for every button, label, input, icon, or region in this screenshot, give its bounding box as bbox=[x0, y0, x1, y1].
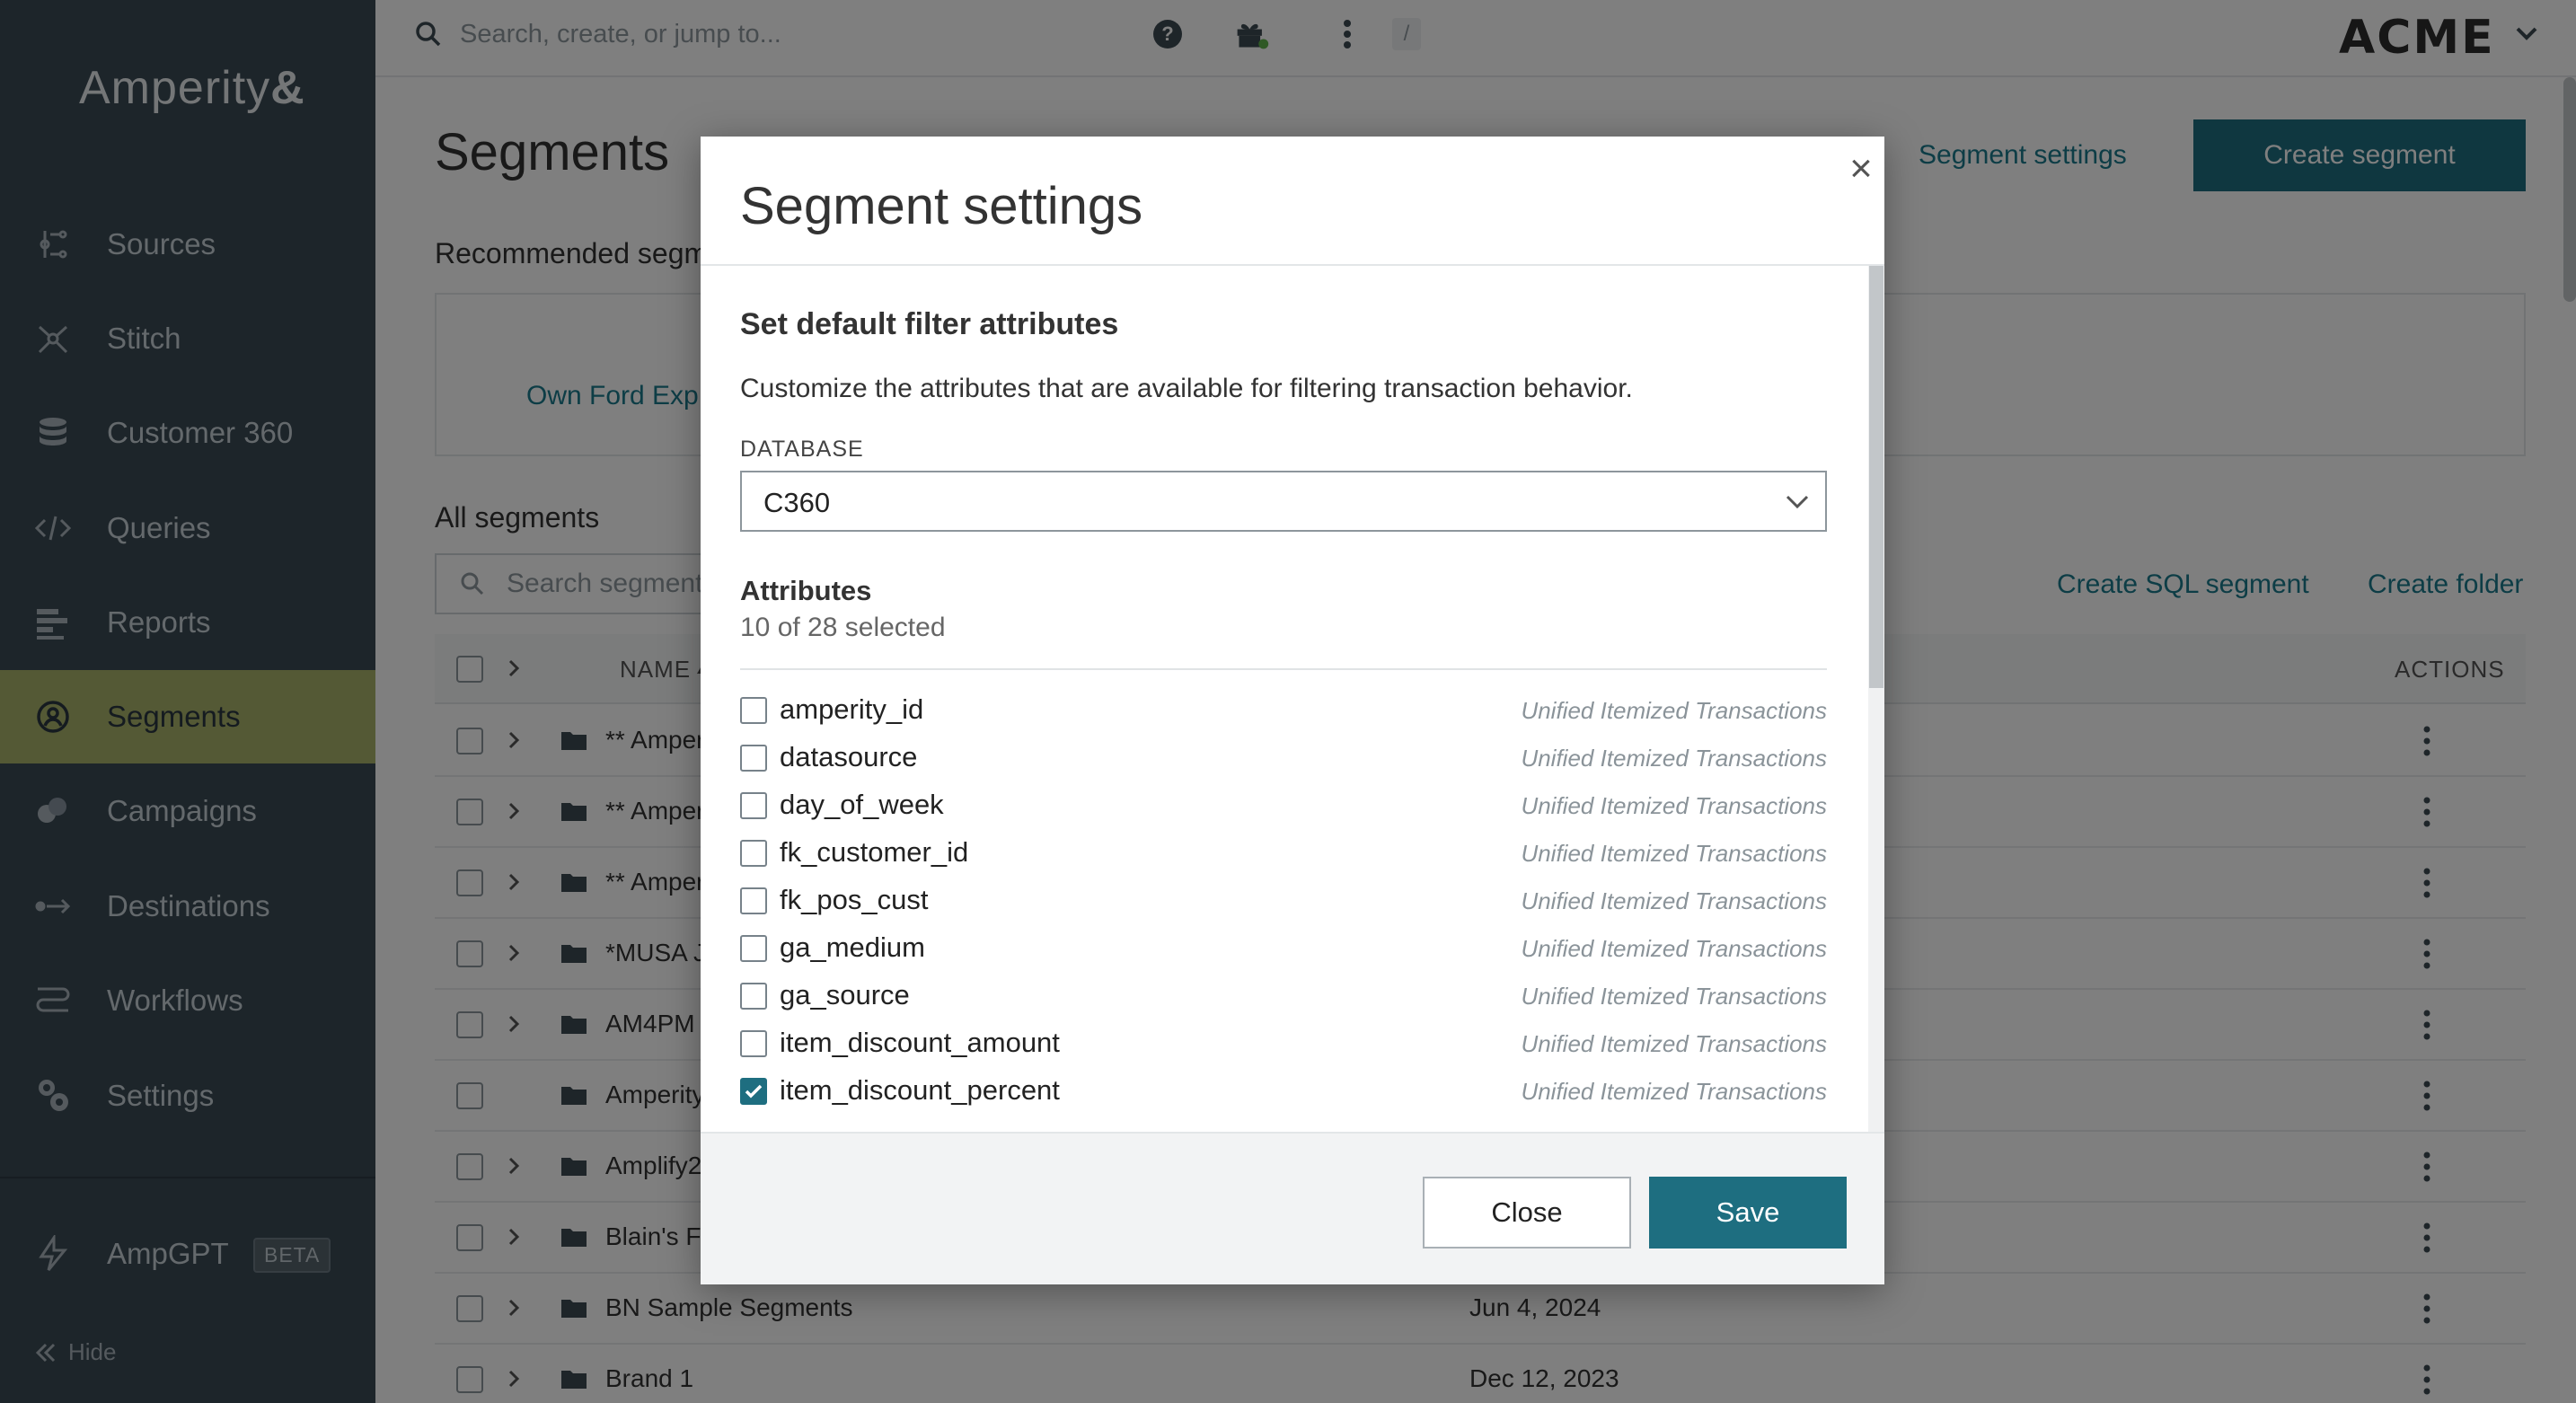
attribute-source: Unified Itemized Transactions bbox=[1521, 983, 1827, 1010]
dialog-body: Set default filter attributes Customize … bbox=[701, 266, 1884, 1132]
attribute-checkbox[interactable] bbox=[740, 745, 767, 772]
attribute-source: Unified Itemized Transactions bbox=[1521, 840, 1827, 867]
attribute-source: Unified Itemized Transactions bbox=[1521, 1078, 1827, 1105]
section-title: Set default filter attributes bbox=[740, 307, 1119, 341]
attribute-row[interactable]: datasource Unified Itemized Transactions bbox=[740, 734, 1827, 781]
attribute-name: fk_pos_cust bbox=[780, 884, 929, 915]
attribute-row[interactable]: amperity_id Unified Itemized Transactions bbox=[740, 686, 1827, 734]
attribute-checkbox[interactable] bbox=[740, 935, 767, 962]
attribute-name: ga_medium bbox=[780, 931, 925, 963]
attribute-row[interactable]: fk_customer_id Unified Itemized Transacti… bbox=[740, 829, 1827, 877]
checkmark-icon bbox=[745, 1084, 763, 1099]
attributes-count: 10 of 28 selected bbox=[740, 613, 946, 642]
attribute-source: Unified Itemized Transactions bbox=[1521, 935, 1827, 962]
attribute-name: ga_source bbox=[780, 979, 910, 1010]
attribute-checkbox[interactable] bbox=[740, 983, 767, 1010]
chevron-down-icon bbox=[1786, 495, 1809, 509]
attribute-row[interactable]: item_discount_amount Unified Itemized Tra… bbox=[740, 1019, 1827, 1067]
attributes-divider bbox=[740, 668, 1827, 670]
dialog-title: Segment settings bbox=[740, 177, 1143, 235]
close-icon[interactable]: × bbox=[1841, 149, 1881, 189]
section-description: Customize the attributes that are availa… bbox=[740, 374, 1633, 403]
attribute-checkbox[interactable] bbox=[740, 887, 767, 914]
attribute-checkbox[interactable] bbox=[740, 1078, 767, 1105]
attribute-name: fk_customer_id bbox=[780, 836, 969, 868]
attribute-name: day_of_week bbox=[780, 789, 944, 820]
database-select[interactable]: C360 bbox=[740, 471, 1827, 532]
attribute-name: item_discount_amount bbox=[780, 1027, 1060, 1058]
attribute-checkbox[interactable] bbox=[740, 1030, 767, 1057]
database-value: C360 bbox=[763, 487, 831, 518]
attribute-row[interactable]: fk_pos_cust Unified Itemized Transactions bbox=[740, 877, 1827, 924]
attribute-name: item_discount_percent bbox=[780, 1074, 1060, 1106]
segment-settings-dialog: Segment settings × Set default filter at… bbox=[701, 137, 1884, 1284]
attribute-checkbox[interactable] bbox=[740, 792, 767, 819]
close-button[interactable]: Close bbox=[1423, 1177, 1631, 1249]
database-label: DATABASE bbox=[740, 437, 864, 462]
attribute-source: Unified Itemized Transactions bbox=[1521, 887, 1827, 914]
attribute-name: amperity_id bbox=[780, 693, 924, 725]
attribute-row[interactable]: ga_source Unified Itemized Transactions bbox=[740, 972, 1827, 1019]
attribute-checkbox[interactable] bbox=[740, 697, 767, 724]
attribute-source: Unified Itemized Transactions bbox=[1521, 697, 1827, 724]
attribute-checkbox[interactable] bbox=[740, 840, 767, 867]
dialog-scrollbar-thumb[interactable] bbox=[1869, 266, 1883, 688]
dialog-footer: Close Save bbox=[701, 1132, 1884, 1284]
attribute-source: Unified Itemized Transactions bbox=[1521, 792, 1827, 819]
attribute-source: Unified Itemized Transactions bbox=[1521, 1030, 1827, 1057]
attribute-source: Unified Itemized Transactions bbox=[1521, 745, 1827, 772]
attribute-name: datasource bbox=[780, 741, 918, 772]
attribute-row[interactable]: item_discount_percent Unified Itemized Tr… bbox=[740, 1067, 1827, 1115]
save-button[interactable]: Save bbox=[1649, 1177, 1847, 1249]
attribute-row[interactable]: ga_medium Unified Itemized Transactions bbox=[740, 924, 1827, 972]
attributes-title: Attributes bbox=[740, 575, 872, 606]
attribute-row[interactable]: day_of_week Unified Itemized Transactions bbox=[740, 781, 1827, 829]
